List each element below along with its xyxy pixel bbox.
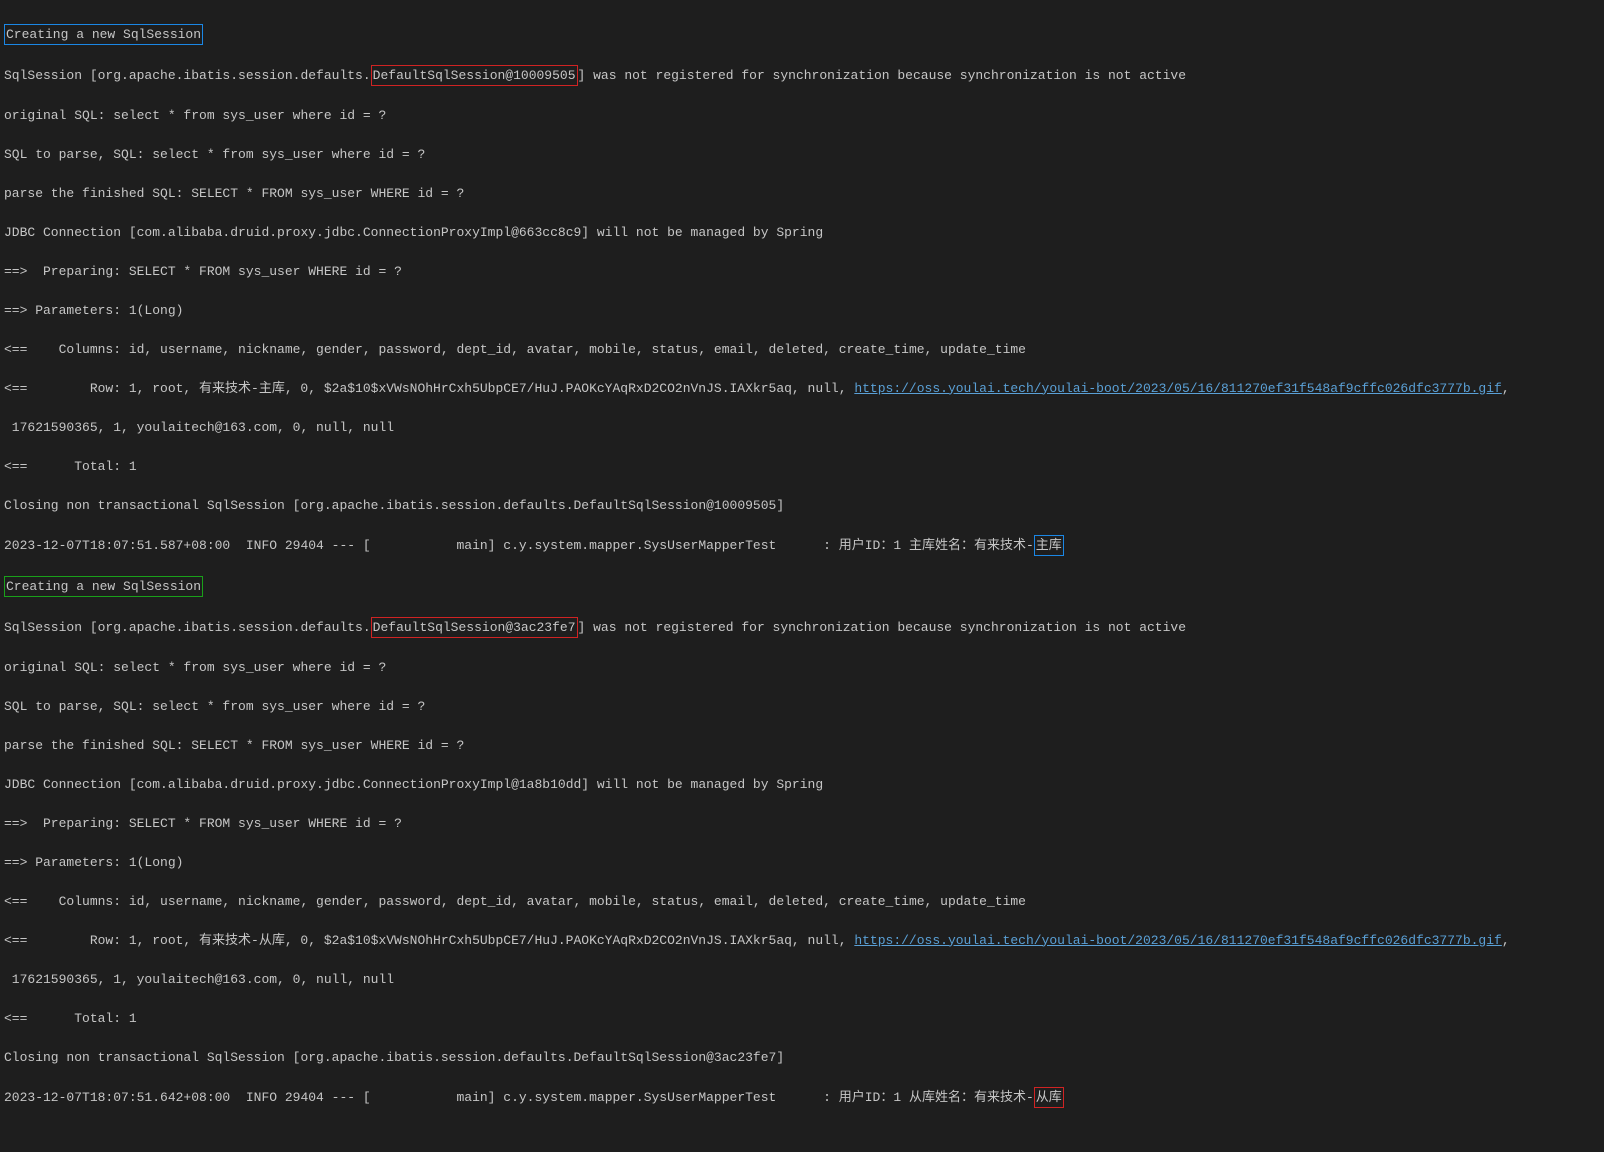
- log-line: ==> Preparing: SELECT * FROM sys_user WH…: [4, 814, 1600, 834]
- log-line: JDBC Connection [com.alibaba.druid.proxy…: [4, 775, 1600, 795]
- log-line: <== Row: 1, root, 有来技术-主库, 0, $2a$10$xVW…: [4, 381, 854, 396]
- log-line: ] was not registered for synchronization…: [578, 68, 1187, 83]
- log-line: SqlSession [org.apache.ibatis.session.de…: [4, 620, 371, 635]
- log-line: <== Total: 1: [4, 457, 1600, 477]
- log-line: <== Row: 1, root, 有来技术-从库, 0, $2a$10$xVW…: [4, 933, 854, 948]
- log-line: 2023-12-07T18:07:51.642+08:00 INFO 29404…: [4, 1090, 1034, 1105]
- session-id-2: DefaultSqlSession@3ac23fe7: [371, 617, 578, 639]
- session-create-marker-2: Creating a new SqlSession: [4, 576, 203, 598]
- log-line: 17621590365, 1, youlaitech@163.com, 0, n…: [4, 970, 1600, 990]
- log-line: 17621590365, 1, youlaitech@163.com, 0, n…: [4, 418, 1600, 438]
- log-line: ==> Parameters: 1(Long): [4, 301, 1600, 321]
- session-create-marker-1: Creating a new SqlSession: [4, 24, 203, 46]
- avatar-url-link-1[interactable]: https://oss.youlai.tech/youlai-boot/2023…: [854, 381, 1502, 396]
- log-line: SqlSession [org.apache.ibatis.session.de…: [4, 68, 371, 83]
- log-line: Closing non transactional SqlSession [or…: [4, 1048, 1600, 1068]
- log-line: ,: [1502, 381, 1510, 396]
- log-line: ] was not registered for synchronization…: [578, 620, 1187, 635]
- log-line: <== Columns: id, username, nickname, gen…: [4, 892, 1600, 912]
- log-line: SQL to parse, SQL: select * from sys_use…: [4, 697, 1600, 717]
- db-badge-slave: 从库: [1034, 1087, 1064, 1109]
- avatar-url-link-2[interactable]: https://oss.youlai.tech/youlai-boot/2023…: [854, 933, 1502, 948]
- log-line: ==> Preparing: SELECT * FROM sys_user WH…: [4, 262, 1600, 282]
- log-line: <== Total: 1: [4, 1009, 1600, 1029]
- log-line: ==> Parameters: 1(Long): [4, 853, 1600, 873]
- log-line: 2023-12-07T18:07:51.587+08:00 INFO 29404…: [4, 538, 1034, 553]
- log-line: parse the finished SQL: SELECT * FROM sy…: [4, 184, 1600, 204]
- session-id-1: DefaultSqlSession@10009505: [371, 65, 578, 87]
- log-line: JDBC Connection [com.alibaba.druid.proxy…: [4, 223, 1600, 243]
- log-output: Creating a new SqlSession SqlSession [or…: [0, 0, 1604, 1152]
- log-line: <== Columns: id, username, nickname, gen…: [4, 340, 1600, 360]
- log-line: Closing non transactional SqlSession [or…: [4, 496, 1600, 516]
- log-line: ,: [1502, 933, 1510, 948]
- log-line: original SQL: select * from sys_user whe…: [4, 106, 1600, 126]
- db-badge-master: 主库: [1034, 535, 1064, 557]
- log-line: parse the finished SQL: SELECT * FROM sy…: [4, 736, 1600, 756]
- log-line: SQL to parse, SQL: select * from sys_use…: [4, 145, 1600, 165]
- log-line: original SQL: select * from sys_user whe…: [4, 658, 1600, 678]
